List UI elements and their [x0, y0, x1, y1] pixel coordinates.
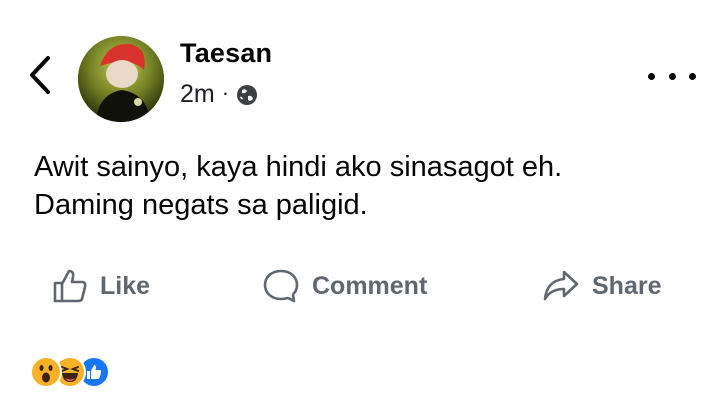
chevron-left-icon — [30, 56, 50, 94]
post-timestamp[interactable]: 2m — [180, 80, 215, 109]
avatar-image — [78, 36, 164, 122]
share-arrow-icon — [543, 270, 579, 301]
avatar[interactable] — [78, 36, 164, 122]
globe-icon — [237, 84, 258, 105]
share-label: Share — [592, 271, 662, 300]
post-text-line: Awit sainyo, kaya hindi ako sinasagot eh… — [34, 151, 563, 183]
meta-separator: · — [221, 79, 230, 105]
comment-label: Comment — [312, 271, 428, 300]
more-options-button[interactable] — [648, 66, 696, 86]
post-text-line: Daming negats sa paligid. — [34, 189, 368, 221]
like-button[interactable]: Like — [52, 264, 150, 308]
post-text: Awit sainyo, kaya hindi ako sinasagot eh… — [34, 148, 684, 224]
back-button[interactable] — [22, 50, 58, 100]
comment-bubble-icon — [263, 269, 299, 303]
dot-icon — [648, 72, 655, 80]
thumbs-up-icon — [53, 269, 87, 303]
reactions-summary[interactable] — [30, 356, 110, 388]
comment-button[interactable]: Comment — [262, 264, 427, 308]
wow-reaction-icon — [30, 356, 62, 388]
dot-icon — [689, 72, 696, 80]
dot-icon — [668, 72, 676, 80]
post-meta: 2m · — [180, 80, 258, 109]
author-name[interactable]: Taesan — [180, 38, 272, 69]
share-button[interactable]: Share — [542, 264, 661, 308]
like-label: Like — [100, 271, 151, 300]
